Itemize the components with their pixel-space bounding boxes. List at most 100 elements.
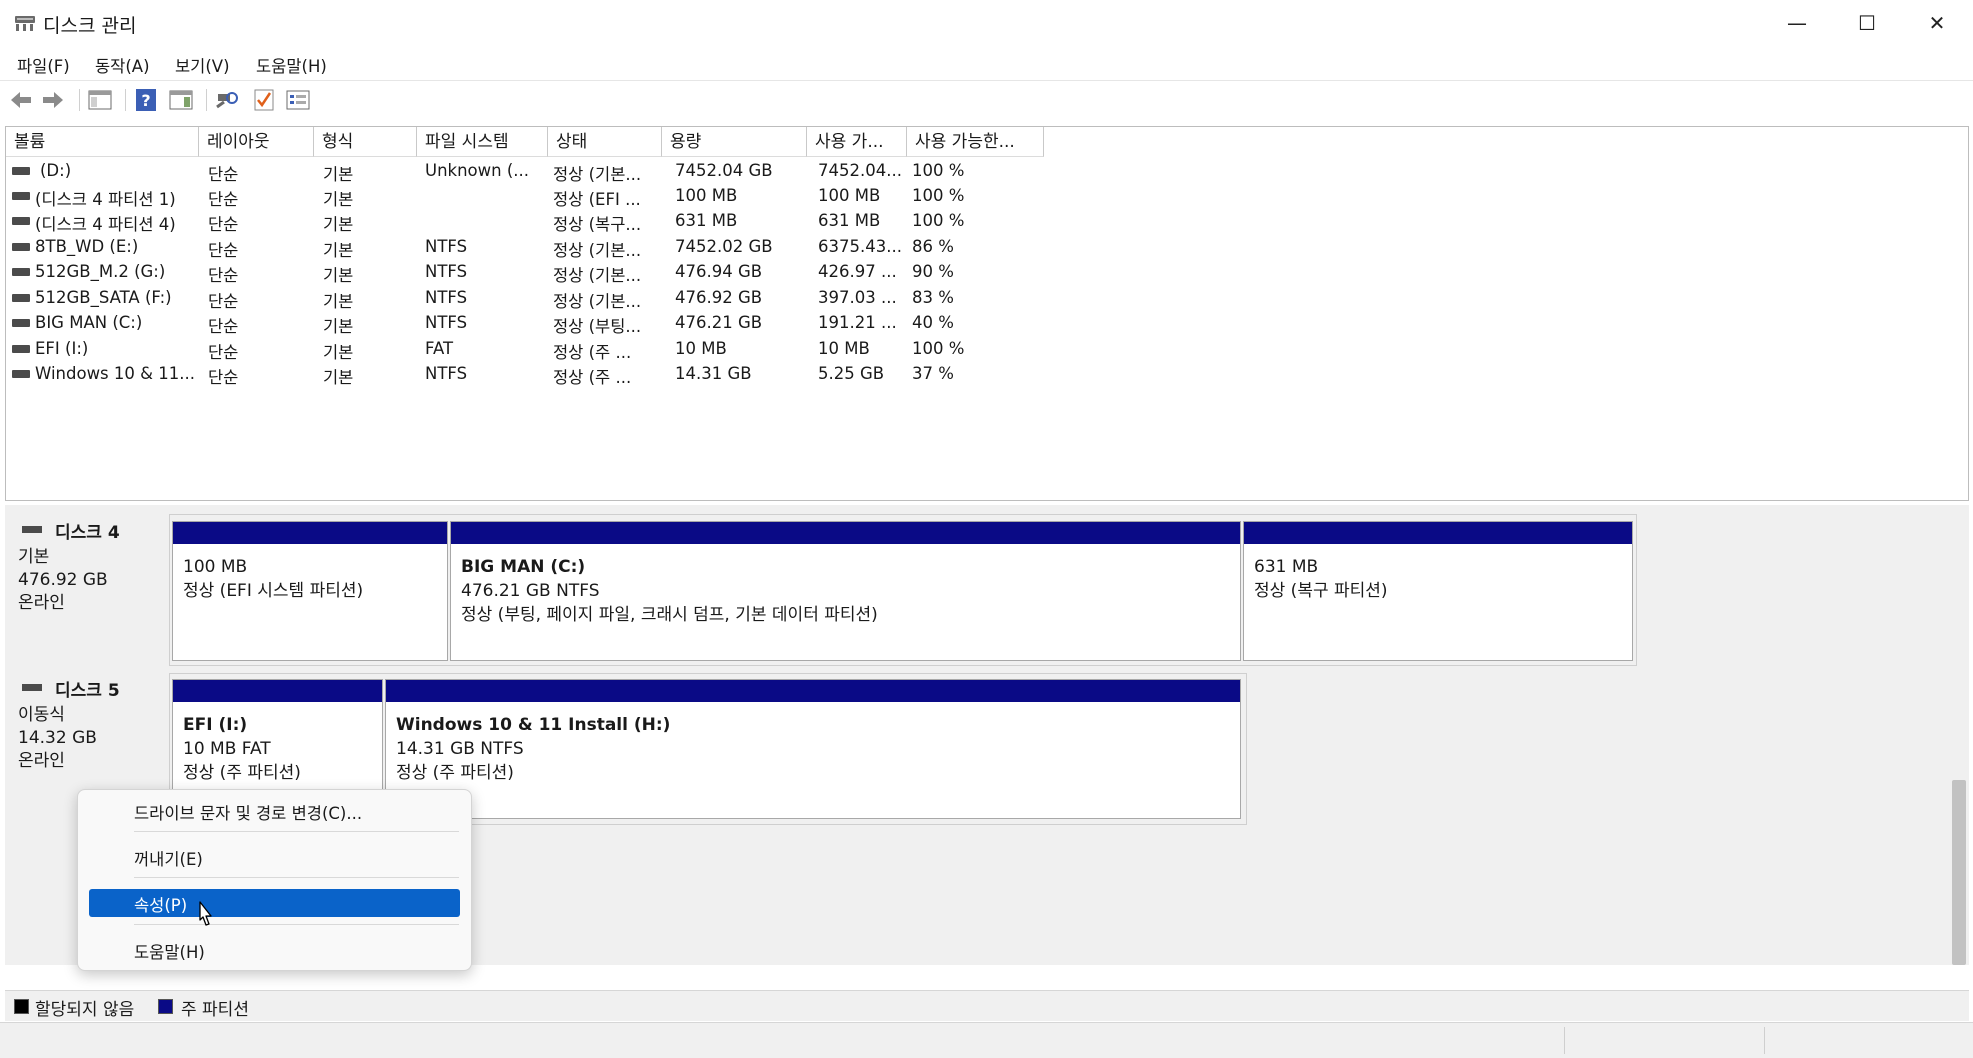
table-row[interactable]: BIG MAN (C:) 단순 기본 NTFS 정상 (부팅... 476.21… bbox=[6, 311, 1006, 336]
cell-layout: 단순 bbox=[208, 343, 239, 362]
table-row[interactable]: 512GB_SATA (F:) 단순 기본 NTFS 정상 (기본... 476… bbox=[6, 286, 1006, 311]
disk-icon bbox=[22, 526, 42, 533]
partition-bar bbox=[173, 680, 382, 702]
cell-layout: 단순 bbox=[208, 190, 239, 209]
cell-percent-free: 100 % bbox=[912, 211, 965, 230]
menu-item-properties-label: 속성(P) bbox=[134, 896, 188, 915]
table-row[interactable]: (디스크 4 파티션 1) 단순 기본 정상 (EFI ... 100 MB 1… bbox=[6, 184, 1006, 209]
table-row[interactable]: (디스크 4 파티션 4) 단순 기본 정상 (복구... 631 MB 631… bbox=[6, 209, 1006, 234]
disk-name: 디스크 4 bbox=[55, 523, 120, 543]
partition-status: 정상 (EFI 시스템 파티션) bbox=[183, 581, 364, 601]
partition-windows-install-h[interactable]: Windows 10 & 11 Install (H:) 14.31 GB NT… bbox=[385, 679, 1241, 819]
cell-volume: (D:) bbox=[40, 161, 72, 180]
drive-icon bbox=[12, 217, 30, 225]
cell-percent-free: 100 % bbox=[912, 161, 965, 180]
menu-action[interactable]: 동작(A) bbox=[95, 53, 150, 77]
partition-details: BIG MAN (C:) 476.21 GB NTFS 정상 (부팅, 페이지 … bbox=[461, 555, 878, 627]
cell-percent-free: 90 % bbox=[912, 262, 954, 281]
partition-size: 100 MB bbox=[183, 557, 248, 577]
cell-status: 정상 (부팅... bbox=[553, 317, 642, 336]
column-header-status[interactable]: 상태 bbox=[548, 127, 662, 157]
console-tree-icon[interactable] bbox=[87, 87, 113, 113]
cell-free-space: 426.97 ... bbox=[818, 262, 897, 281]
menu-view[interactable]: 보기(V) bbox=[175, 53, 230, 77]
disk-4-info[interactable]: 디스크 4 기본 476.92 GB 온라인 bbox=[12, 522, 167, 662]
column-header-volume[interactable]: 볼륨 bbox=[6, 127, 199, 157]
toolbar: ? bbox=[0, 81, 1973, 119]
table-row[interactable]: Windows 10 & 11... 단순 기본 NTFS 정상 (주 ... … bbox=[6, 362, 1006, 387]
cell-capacity: 476.21 GB bbox=[675, 313, 763, 332]
partition-efi-system[interactable]: 100 MB 정상 (EFI 시스템 파티션) bbox=[172, 521, 448, 661]
column-header-type[interactable]: 형식 bbox=[314, 127, 417, 157]
partition-details: EFI (I:) 10 MB FAT 정상 (주 파티션) bbox=[183, 713, 301, 785]
menu-item-eject[interactable]: 꺼내기(E) bbox=[134, 846, 203, 870]
cell-volume: Windows 10 & 11... bbox=[35, 364, 195, 383]
disk-size: 476.92 GB bbox=[18, 570, 108, 590]
drive-icon bbox=[12, 370, 30, 378]
partition-status: 정상 (주 파티션) bbox=[183, 763, 301, 783]
menu-file[interactable]: 파일(F) bbox=[17, 53, 70, 77]
partition-recovery[interactable]: 631 MB 정상 (복구 파티션) bbox=[1243, 521, 1633, 661]
cell-type: 기본 bbox=[323, 343, 354, 362]
cell-volume: 512GB_SATA (F:) bbox=[35, 288, 172, 307]
cell-percent-free: 83 % bbox=[912, 288, 954, 307]
cell-layout: 단순 bbox=[208, 266, 239, 285]
cell-file-system: FAT bbox=[425, 339, 454, 358]
partition-title: EFI (I:) bbox=[183, 715, 248, 735]
rescan-disks-icon[interactable] bbox=[214, 87, 240, 113]
cell-layout: 단순 bbox=[208, 292, 239, 311]
table-row[interactable]: 512GB_M.2 (G:) 단순 기본 NTFS 정상 (기본... 476.… bbox=[6, 260, 1006, 285]
menu-help[interactable]: 도움말(H) bbox=[256, 53, 327, 77]
cell-capacity: 7452.04 GB bbox=[675, 161, 773, 180]
disk-type: 기본 bbox=[18, 547, 50, 567]
properties-icon[interactable] bbox=[251, 87, 277, 113]
drive-icon bbox=[12, 192, 30, 200]
cell-type: 기본 bbox=[323, 317, 354, 336]
cell-status: 정상 (EFI ... bbox=[553, 190, 641, 209]
cell-percent-free: 40 % bbox=[912, 313, 954, 332]
partition-big-man-c[interactable]: BIG MAN (C:) 476.21 GB NTFS 정상 (부팅, 페이지 … bbox=[450, 521, 1241, 661]
settings-icon[interactable] bbox=[285, 87, 311, 113]
minimize-icon: — bbox=[1787, 11, 1807, 35]
cell-percent-free: 37 % bbox=[912, 364, 954, 383]
back-arrow-icon[interactable] bbox=[8, 87, 34, 113]
forward-arrow-icon[interactable] bbox=[40, 87, 66, 113]
cell-file-system: NTFS bbox=[425, 237, 468, 256]
cell-file-system: NTFS bbox=[425, 288, 468, 307]
table-row[interactable]: (D:) 단순 기본 Unknown (... 정상 (기본... 7452.0… bbox=[6, 159, 1006, 184]
maximize-icon: ☐ bbox=[1858, 11, 1876, 35]
menu-item-change-drive-letter[interactable]: 드라이브 문자 및 경로 변경(C)... bbox=[134, 800, 362, 824]
table-row[interactable]: 8TB_WD (E:) 단순 기본 NTFS 정상 (기본... 7452.02… bbox=[6, 235, 1006, 260]
partition-title: Windows 10 & 11 Install (H:) bbox=[396, 715, 671, 735]
disk-name: 디스크 5 bbox=[55, 681, 120, 701]
column-header-percent-free[interactable]: 사용 가능한... bbox=[907, 127, 1044, 157]
help-icon[interactable]: ? bbox=[133, 87, 159, 113]
disk-state: 온라인 bbox=[18, 751, 65, 771]
disk-size: 14.32 GB bbox=[18, 728, 97, 748]
column-header-capacity[interactable]: 용량 bbox=[662, 127, 807, 157]
cell-layout: 단순 bbox=[208, 241, 239, 260]
partition-details: 100 MB 정상 (EFI 시스템 파티션) bbox=[183, 555, 363, 603]
maximize-button[interactable]: ☐ bbox=[1832, 0, 1902, 46]
menu-item-properties[interactable]: 속성(P) bbox=[89, 889, 460, 917]
column-header-free-space[interactable]: 사용 가... bbox=[807, 127, 907, 157]
column-header-layout[interactable]: 레이아웃 bbox=[199, 127, 314, 157]
drive-icon bbox=[12, 319, 30, 327]
cell-capacity: 476.92 GB bbox=[675, 288, 763, 307]
menu-item-help[interactable]: 도움말(H) bbox=[134, 939, 205, 963]
column-header-file-system[interactable]: 파일 시스템 bbox=[417, 127, 548, 157]
close-button[interactable]: ✕ bbox=[1902, 0, 1972, 46]
scrollbar-thumb[interactable] bbox=[1952, 780, 1966, 965]
table-row[interactable]: EFI (I:) 단순 기본 FAT 정상 (주 ... 10 MB 10 MB… bbox=[6, 337, 1006, 362]
disk-type: 이동식 bbox=[18, 705, 65, 725]
minimize-button[interactable]: — bbox=[1762, 0, 1832, 46]
window-title: 디스크 관리 bbox=[43, 15, 137, 37]
partition-details: Windows 10 & 11 Install (H:) 14.31 GB NT… bbox=[396, 713, 670, 785]
mouse-cursor-icon bbox=[195, 900, 215, 930]
partition-size: 14.31 GB NTFS bbox=[396, 739, 524, 759]
action-pane-icon[interactable] bbox=[168, 87, 194, 113]
cell-file-system: Unknown (... bbox=[425, 161, 530, 180]
cell-type: 기본 bbox=[323, 165, 354, 184]
cell-capacity: 476.94 GB bbox=[675, 262, 763, 281]
partition-bar bbox=[386, 680, 1240, 702]
